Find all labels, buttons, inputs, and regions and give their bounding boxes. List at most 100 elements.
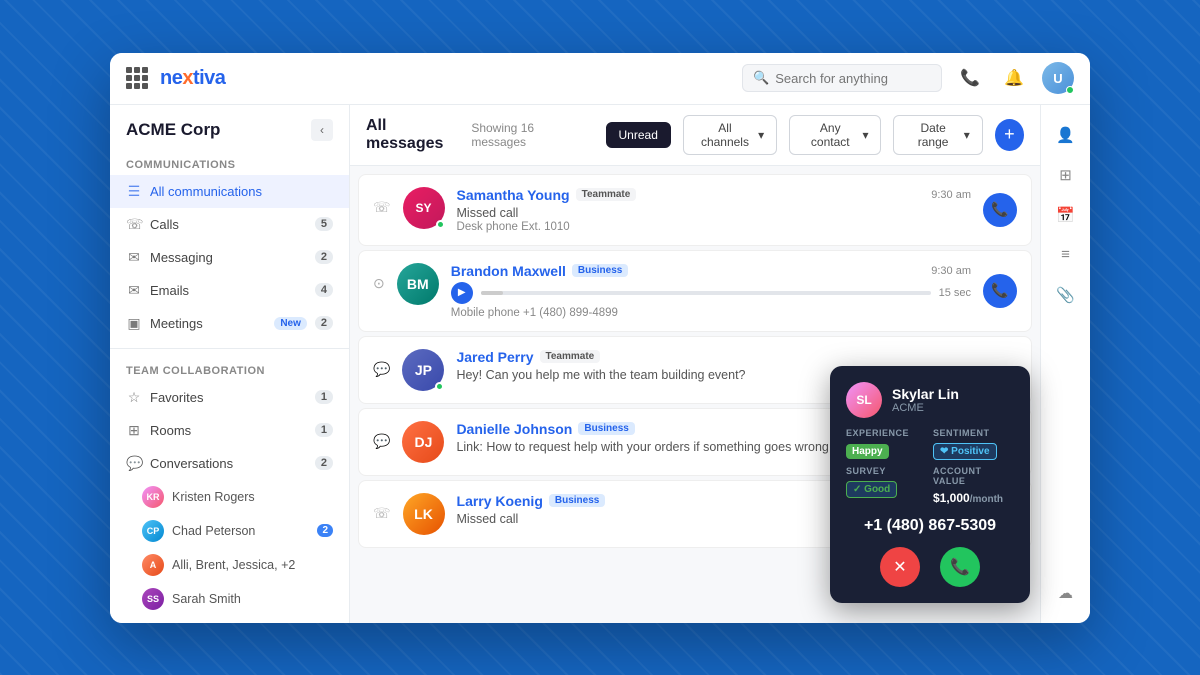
user-avatar[interactable]: U <box>1042 62 1074 94</box>
unread-filter-button[interactable]: Unread <box>606 122 671 148</box>
contact-icon-button[interactable]: 👤 <box>1048 117 1084 153</box>
attachment-icon-button[interactable]: 📎 <box>1048 277 1084 313</box>
sidebar-item-favorites[interactable]: ☆ Favorites 1 <box>110 381 349 414</box>
larry-tag: Business <box>549 494 605 507</box>
sidebar-item-label: All communications <box>150 184 333 199</box>
samantha-sub: Desk phone Ext. 1010 <box>457 221 971 233</box>
samantha-name: Samantha Young <box>457 187 570 203</box>
popup-phone-number: +1 (480) 867-5309 <box>846 517 1014 535</box>
sidebar-item-all-communications[interactable]: ☰ All communications <box>110 175 349 208</box>
message-card-samantha[interactable]: ☏ SY Samantha Young Teammate 9:30 am Mis <box>358 174 1032 246</box>
experience-stat: EXPERIENCE Happy <box>846 428 927 460</box>
larry-avatar: LK <box>403 493 445 535</box>
sub-item-chad[interactable]: CP Chad Peterson 2 <box>110 514 349 548</box>
samantha-tag: Teammate <box>576 188 637 201</box>
accept-icon: 📞 <box>950 557 970 577</box>
emails-icon: ✉ <box>126 282 142 299</box>
calendar-icon-button[interactable]: 📅 <box>1048 197 1084 233</box>
calls-icon: ☏ <box>126 216 142 233</box>
brandon-time: 9:30 am <box>931 265 971 277</box>
popup-contact-row: SL Skylar Lin ACME <box>846 382 1014 418</box>
samantha-text: Missed call <box>457 206 971 220</box>
audio-progress-bar[interactable] <box>481 291 931 295</box>
search-input[interactable] <box>775 71 931 86</box>
brandon-avatar: BM <box>397 263 439 305</box>
section-label-communications: Communications <box>110 151 349 175</box>
sentiment-value: ❤ Positive <box>933 443 997 460</box>
brandon-name: Brandon Maxwell <box>451 263 566 279</box>
avatar-initials: U <box>1053 71 1062 86</box>
decline-call-button[interactable]: ✕ <box>880 547 920 587</box>
date-range-filter-button[interactable]: Date range ▾ <box>893 115 982 155</box>
logo-text: ne <box>160 67 182 89</box>
list-icon-button[interactable]: ≡ <box>1048 237 1084 273</box>
grid-icon-button[interactable]: ⊞ <box>1048 157 1084 193</box>
collapse-sidebar-button[interactable]: ‹ <box>311 119 333 141</box>
sidebar-item-conversations[interactable]: 💬 Conversations 2 <box>110 447 349 480</box>
emails-badge: 4 <box>315 283 333 297</box>
top-nav: nextiva 🔍 📞 🔔 U <box>110 53 1090 105</box>
calls-badge: 5 <box>315 217 333 231</box>
logo: nextiva <box>160 67 225 90</box>
popup-contact-avatar: SL <box>846 382 882 418</box>
search-box[interactable]: 🔍 <box>742 64 942 92</box>
messaging-badge: 2 <box>315 250 333 264</box>
sentiment-label: SENTIMENT <box>933 428 1014 438</box>
sub-item-kristen[interactable]: KR Kristen Rogers <box>110 480 349 514</box>
all-comm-icon: ☰ <box>126 183 142 200</box>
danielle-name: Danielle Johnson <box>456 421 572 437</box>
account-label: ACCOUNT VALUE <box>933 466 1014 486</box>
survey-label: SURVEY <box>846 466 927 476</box>
conversations-badge: 2 <box>315 456 333 470</box>
audio-fill <box>481 291 503 295</box>
accept-call-button[interactable]: 📞 <box>940 547 980 587</box>
jared-name: Jared Perry <box>456 349 533 365</box>
jared-tag: Teammate <box>540 350 601 363</box>
cloud-icon-button[interactable]: ☁ <box>1048 575 1084 611</box>
phone-nav-button[interactable]: 📞 <box>954 62 986 94</box>
call-type-icon-samantha: ☏ <box>373 199 391 216</box>
samantha-call-button[interactable]: 📞 <box>983 193 1017 227</box>
brandon-content: Brandon Maxwell Business 9:30 am ▶ 15 se… <box>451 263 971 319</box>
sidebar-item-meetings[interactable]: ▣ Meetings New 2 <box>110 307 349 340</box>
all-channels-filter-button[interactable]: All channels ▾ <box>683 115 777 155</box>
brandon-tag: Business <box>572 264 628 277</box>
sarah-name: Sarah Smith <box>172 592 241 606</box>
sub-item-alli[interactable]: A Alli, Brent, Jessica, +2 <box>110 548 349 582</box>
user-status-dot <box>1066 86 1074 94</box>
grid-menu-icon[interactable] <box>126 67 148 89</box>
messages-title: All messages <box>366 117 459 153</box>
jared-avatar: JP <box>402 349 444 391</box>
sub-item-sarah[interactable]: SS Sarah Smith <box>110 582 349 616</box>
play-voicemail-button[interactable]: ▶ <box>451 282 473 304</box>
survey-stat: SURVEY ✓ Good <box>846 466 927 507</box>
danielle-tag: Business <box>578 422 634 435</box>
notifications-button[interactable]: 🔔 <box>998 62 1030 94</box>
rooms-badge: 1 <box>315 423 333 437</box>
any-contact-filter-button[interactable]: Any contact ▾ <box>789 115 881 155</box>
jared-online-dot <box>435 382 444 391</box>
samantha-time: 9:30 am <box>931 189 971 201</box>
experience-label: EXPERIENCE <box>846 428 927 438</box>
call-type-icon-larry: ☏ <box>373 505 391 522</box>
voicemail-controls: ▶ 15 sec <box>451 282 971 304</box>
sidebar-item-calls[interactable]: ☏ Calls 5 <box>110 208 349 241</box>
survey-value: ✓ Good <box>846 481 897 498</box>
brandon-call-button[interactable]: 📞 <box>983 274 1017 308</box>
message-card-brandon[interactable]: ⊙ BM Brandon Maxwell Business 9:30 am <box>358 250 1032 332</box>
chad-name: Chad Peterson <box>172 524 255 538</box>
sidebar-item-rooms[interactable]: ⊞ Rooms 1 <box>110 414 349 447</box>
popup-contact-company: ACME <box>892 402 959 414</box>
add-message-button[interactable]: + <box>995 119 1024 151</box>
voicemail-type-icon: ⊙ <box>373 275 385 292</box>
sidebar-item-messaging[interactable]: ✉ Messaging 2 <box>110 241 349 274</box>
decline-icon: ✕ <box>893 557 906 577</box>
alli-avatar: A <box>142 554 164 576</box>
sidebar-divider <box>110 348 349 349</box>
popup-call-actions: ✕ 📞 <box>846 547 1014 587</box>
alli-name: Alli, Brent, Jessica, +2 <box>172 558 295 572</box>
brandon-sub: Mobile phone +1 (480) 899-4899 <box>451 307 971 319</box>
sidebar-item-emails[interactable]: ✉ Emails 4 <box>110 274 349 307</box>
online-status-dot <box>436 220 445 229</box>
popup-contact-name: Skylar Lin <box>892 386 959 402</box>
